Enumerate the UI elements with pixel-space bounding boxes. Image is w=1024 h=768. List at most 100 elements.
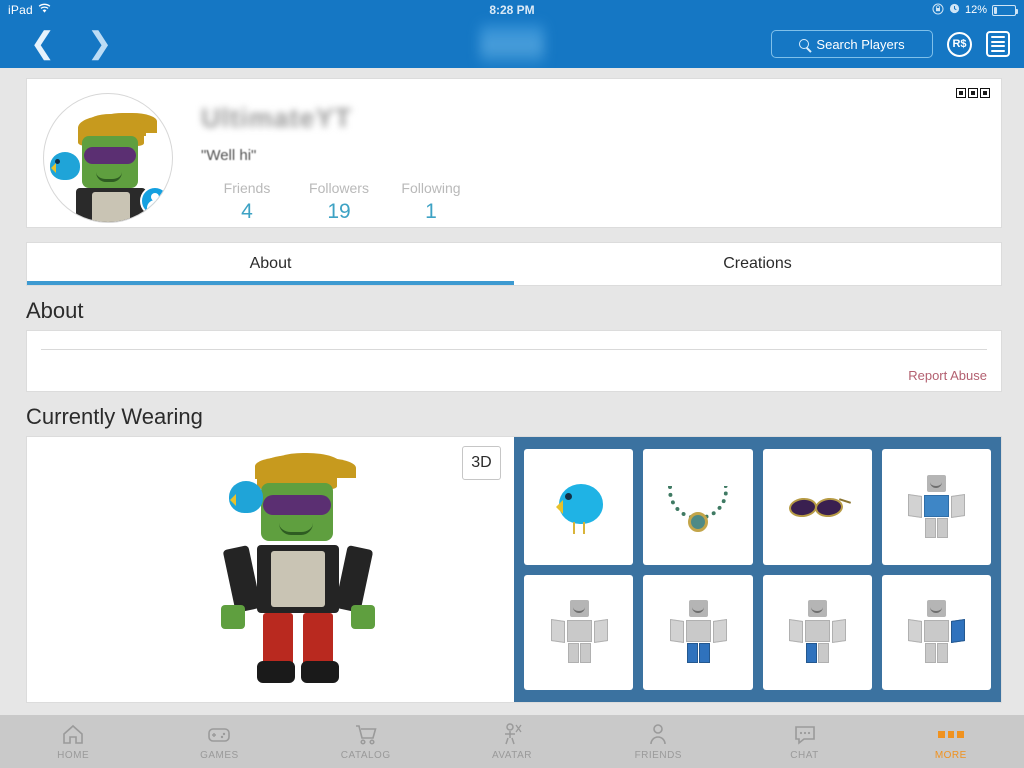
tabbar-label: CATALOG xyxy=(340,750,391,761)
stat-followers[interactable]: Followers 19 xyxy=(293,180,385,224)
default-mannequin-item-5-icon xyxy=(544,600,614,664)
app-header: ❮ ❯ Search Players R$ xyxy=(0,20,1024,68)
tab-label: About xyxy=(249,255,292,272)
stat-friends[interactable]: Friends 4 xyxy=(201,180,293,224)
tabbar-label: GAMES xyxy=(200,750,239,761)
avatar-bird-pet xyxy=(50,152,80,180)
rotation-lock-icon xyxy=(932,3,944,18)
wearing-item[interactable] xyxy=(881,449,991,565)
tabbar-item-more[interactable]: MORE xyxy=(878,722,1024,761)
more-squares-icon xyxy=(937,722,964,746)
stat-value: 19 xyxy=(327,200,351,223)
forward-button[interactable]: ❯ xyxy=(71,29,128,59)
shopping-cart-icon xyxy=(353,722,379,746)
wearing-item[interactable] xyxy=(524,574,634,690)
page-title: UltimateYT xyxy=(201,103,353,133)
tab-creations[interactable]: Creations xyxy=(514,243,1001,285)
search-players-button[interactable]: Search Players xyxy=(771,30,933,58)
alarm-icon xyxy=(949,3,960,17)
blue-checkered-shirt-icon xyxy=(901,474,971,539)
tabbar-item-games[interactable]: GAMES xyxy=(146,722,292,761)
search-players-label: Search Players xyxy=(816,36,905,52)
render-shirt xyxy=(271,551,325,607)
currently-wearing-heading: Currently Wearing xyxy=(26,404,203,429)
battery-icon xyxy=(992,4,1018,16)
bottom-tab-bar: HOME GAMES CATALOG AVATAR FRIENDS CHAT M… xyxy=(0,715,1024,768)
render-left-shoe xyxy=(257,661,295,683)
tabbar-item-avatar[interactable]: AVATAR xyxy=(439,722,585,761)
about-card: Report Abuse xyxy=(26,330,1002,392)
status-bar-clock: 8:28 PM xyxy=(489,3,535,17)
profile-status: "Well hi" xyxy=(201,147,257,164)
wearing-item[interactable] xyxy=(524,449,634,565)
search-icon xyxy=(799,39,810,49)
status-bar-right: 12% xyxy=(932,3,1018,18)
wearing-item[interactable] xyxy=(881,574,991,690)
render-right-hand xyxy=(351,605,375,629)
render-right-shoe xyxy=(301,661,339,683)
user-badge-icon xyxy=(140,186,170,216)
render-left-arm xyxy=(222,544,262,614)
render-left-hand xyxy=(221,605,245,629)
wearing-item[interactable] xyxy=(643,574,753,690)
blue-arm-item-8-icon xyxy=(901,600,971,664)
battery-percent-label: 12% xyxy=(964,4,987,16)
jade-pendant-necklace-icon xyxy=(662,476,734,538)
stat-label: Followers xyxy=(309,180,369,196)
profile-stats: Friends 4 Followers 19 Following 1 xyxy=(201,180,985,224)
purple-sunglasses-icon xyxy=(781,476,853,538)
avatar-sunglasses xyxy=(84,147,136,164)
blue-pants-item-6-icon xyxy=(663,600,733,664)
view-3d-label: 3D xyxy=(471,454,492,471)
hamburger-menu-icon[interactable] xyxy=(986,31,1010,57)
back-button[interactable]: ❮ xyxy=(14,29,71,59)
avatar-full-body-render xyxy=(205,455,395,695)
wearing-item[interactable] xyxy=(762,574,872,690)
app-root: iPad 8:28 PM 12% ❮ ❯ Search Players R$ U… xyxy=(0,0,1024,768)
ios-status-bar: iPad 8:28 PM 12% xyxy=(0,0,1024,20)
header-logo-blurred xyxy=(480,24,544,66)
tabbar-item-friends[interactable]: FRIENDS xyxy=(585,722,731,761)
wearing-item[interactable] xyxy=(762,449,872,565)
render-right-arm xyxy=(334,544,374,614)
about-divider xyxy=(41,349,987,350)
chat-bubble-icon xyxy=(792,722,818,746)
page-content: UltimateYT "Well hi" Friends 4 Followers… xyxy=(0,68,1024,715)
wearing-item[interactable] xyxy=(643,449,753,565)
profile-header-card: UltimateYT "Well hi" Friends 4 Followers… xyxy=(26,78,1002,228)
stat-label: Friends xyxy=(223,180,271,196)
blue-bird-shoulder-pet-icon xyxy=(543,476,615,538)
about-heading: About xyxy=(26,298,84,323)
report-abuse-link[interactable]: Report Abuse xyxy=(908,368,987,383)
tabbar-label: CHAT xyxy=(790,750,819,761)
stat-label: Following xyxy=(401,180,461,196)
profile-tabs: About Creations xyxy=(26,242,1002,286)
stat-value: 4 xyxy=(241,200,253,223)
header-actions: Search Players R$ xyxy=(771,30,1010,58)
home-icon xyxy=(60,722,86,746)
tabbar-label: MORE xyxy=(934,750,967,761)
tabbar-label: HOME xyxy=(57,750,90,761)
stat-following[interactable]: Following 1 xyxy=(385,180,477,224)
blue-leg-item-7-icon xyxy=(782,600,852,664)
tabbar-label: FRIENDS xyxy=(634,750,682,761)
gamepad-icon xyxy=(206,722,232,746)
robux-button[interactable]: R$ xyxy=(947,31,972,57)
people-icon xyxy=(645,722,671,746)
avatar-shirt xyxy=(92,192,130,222)
three-dots-icon[interactable] xyxy=(956,88,990,98)
avatar[interactable] xyxy=(43,93,173,223)
tabbar-item-home[interactable]: HOME xyxy=(0,722,146,761)
view-3d-toggle[interactable]: 3D xyxy=(462,446,501,480)
tabbar-item-chat[interactable]: CHAT xyxy=(731,722,877,761)
tabbar-item-catalog[interactable]: CATALOG xyxy=(293,722,439,761)
tab-label: Creations xyxy=(723,255,792,272)
robux-label: R$ xyxy=(952,38,967,50)
tab-about[interactable]: About xyxy=(27,243,514,285)
render-sunglasses xyxy=(263,495,331,515)
wearing-items-grid xyxy=(514,437,1001,702)
avatar-render-panel: 3D xyxy=(27,437,514,702)
tabbar-label: AVATAR xyxy=(491,750,532,761)
currently-wearing-card: 3D xyxy=(26,436,1002,703)
avatar-icon xyxy=(499,722,525,746)
